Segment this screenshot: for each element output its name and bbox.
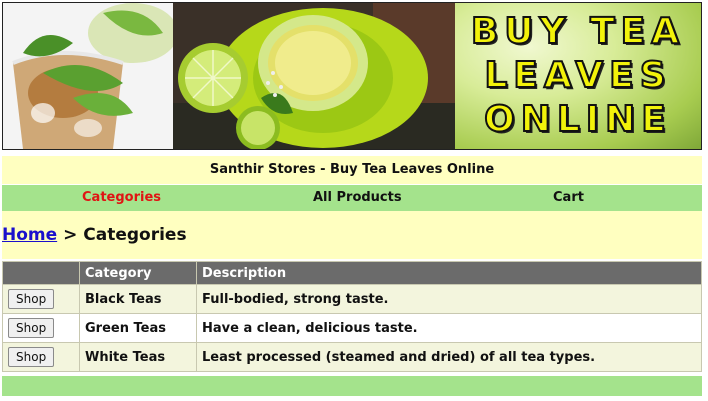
table-row: Shop White Teas Least processed (steamed… bbox=[2, 342, 702, 372]
action-cell: Shop bbox=[2, 284, 80, 314]
action-cell: Shop bbox=[2, 342, 80, 372]
column-header-action bbox=[2, 261, 80, 285]
column-header-description: Description bbox=[196, 261, 702, 285]
footer-bar bbox=[2, 376, 702, 396]
store-name: Santhir Stores - Buy Tea Leaves Online bbox=[209, 162, 495, 177]
action-cell: Shop bbox=[2, 313, 80, 343]
shop-button[interactable]: Shop bbox=[8, 347, 55, 367]
category-cell: Green Teas bbox=[79, 313, 197, 343]
banner-title-line: LEAVES bbox=[483, 54, 672, 97]
green-tea-cup-photo bbox=[173, 3, 455, 149]
main-nav: Categories All Products Cart bbox=[2, 185, 702, 211]
site-banner: BUY TEA LEAVES ONLINE bbox=[2, 2, 702, 150]
breadcrumb-home-link[interactable]: Home bbox=[2, 225, 57, 245]
banner-title-line: ONLINE bbox=[483, 98, 672, 141]
description-cell: Least processed (steamed and dried) of a… bbox=[196, 342, 702, 372]
table-row: Shop Black Teas Full-bodied, strong tast… bbox=[2, 284, 702, 314]
shop-button[interactable]: Shop bbox=[8, 289, 55, 309]
breadcrumb: Home > Categories bbox=[2, 225, 187, 245]
categories-table: Category Description Shop Black Teas Ful… bbox=[2, 261, 702, 372]
breadcrumb-bar: Home > Categories bbox=[2, 211, 702, 259]
store-name-bar: Santhir Stores - Buy Tea Leaves Online bbox=[2, 156, 702, 184]
nav-cart-link[interactable]: Cart bbox=[553, 185, 584, 211]
iced-tea-photo bbox=[3, 3, 173, 149]
column-header-category: Category bbox=[79, 261, 197, 285]
breadcrumb-separator: > bbox=[63, 225, 78, 245]
description-cell: Full-bodied, strong taste. bbox=[196, 284, 702, 314]
banner-title: BUY TEA LEAVES ONLINE bbox=[455, 3, 701, 149]
nav-categories-link[interactable]: Categories bbox=[82, 185, 161, 211]
table-header-row: Category Description bbox=[2, 261, 702, 285]
description-cell: Have a clean, delicious taste. bbox=[196, 313, 702, 343]
breadcrumb-current: Categories bbox=[83, 225, 187, 245]
table-row: Shop Green Teas Have a clean, delicious … bbox=[2, 313, 702, 343]
shop-button[interactable]: Shop bbox=[8, 318, 55, 338]
category-cell: White Teas bbox=[79, 342, 197, 372]
banner-title-line: BUY TEA bbox=[470, 10, 686, 53]
nav-all-products-link[interactable]: All Products bbox=[313, 185, 402, 211]
category-cell: Black Teas bbox=[79, 284, 197, 314]
